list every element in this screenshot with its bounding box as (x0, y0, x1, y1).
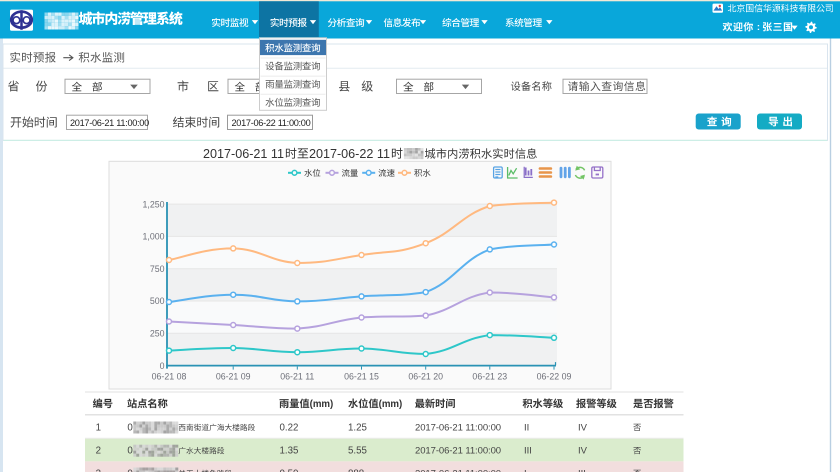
svg-text:2017-06-21 11:00:00: 2017-06-21 11:00:00 (415, 468, 501, 472)
svg-text:750: 750 (150, 264, 165, 274)
svg-text:06-21 09: 06-21 09 (216, 372, 251, 382)
svg-text:2017-06-22 11:00:00: 2017-06-22 11:00:00 (232, 118, 311, 128)
svg-text:0.50: 0.50 (280, 468, 299, 472)
svg-text:1.25: 1.25 (348, 422, 367, 433)
svg-text:1,250: 1,250 (142, 199, 164, 209)
svg-text:III: III (524, 446, 532, 457)
svg-text:0: 0 (127, 446, 133, 457)
svg-text:(mm): (mm) (310, 399, 334, 410)
svg-text:250: 250 (150, 329, 165, 339)
svg-text:06-21 11: 06-21 11 (280, 372, 314, 382)
svg-text:06-21 08: 06-21 08 (152, 372, 187, 382)
svg-text:06-22 09: 06-22 09 (537, 372, 572, 382)
svg-text:06-21 23: 06-21 23 (472, 372, 507, 382)
svg-text:500: 500 (150, 296, 165, 306)
svg-text::: : (757, 22, 760, 33)
svg-text:2017-06-21 11:00:00: 2017-06-21 11:00:00 (70, 118, 149, 128)
svg-text:IV: IV (578, 446, 588, 457)
svg-text:2017-06-21 11:00:00: 2017-06-21 11:00:00 (415, 422, 501, 433)
svg-text:1: 1 (96, 422, 101, 433)
svg-text:2017-06-22 11: 2017-06-22 11 (309, 147, 390, 161)
svg-text:2: 2 (96, 446, 101, 457)
svg-text:1,000: 1,000 (142, 232, 164, 242)
svg-text:IV: IV (578, 422, 588, 433)
svg-text:III: III (578, 468, 586, 472)
svg-text:(mm): (mm) (379, 399, 403, 410)
svg-text:06-21 20: 06-21 20 (408, 372, 443, 382)
svg-text:888: 888 (348, 468, 364, 472)
svg-text:5.55: 5.55 (348, 446, 367, 457)
svg-text:1.35: 1.35 (280, 446, 299, 457)
svg-text:0: 0 (160, 361, 165, 371)
svg-text:2017-06-21 11:00:00: 2017-06-21 11:00:00 (415, 446, 501, 457)
svg-text:0: 0 (127, 468, 133, 472)
svg-text:I: I (524, 468, 527, 472)
svg-text:0.22: 0.22 (280, 422, 299, 433)
svg-text:2017-06-21 11: 2017-06-21 11 (203, 147, 284, 161)
svg-text:0: 0 (127, 422, 133, 433)
svg-text:II: II (524, 422, 529, 433)
svg-text:3: 3 (96, 468, 101, 472)
svg-text:06-21 15: 06-21 15 (344, 372, 379, 382)
